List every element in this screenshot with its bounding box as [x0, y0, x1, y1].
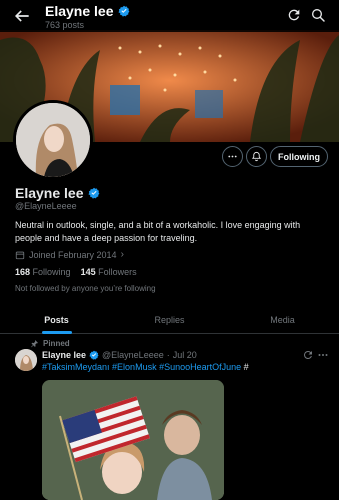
post-date[interactable]: Jul 20	[173, 350, 197, 360]
search-icon[interactable]	[310, 7, 326, 23]
pin-icon	[31, 340, 38, 348]
hashtag-link[interactable]: #ElonMusk	[112, 362, 157, 372]
pinned-label: Pinned	[43, 339, 70, 348]
post-header: Elayne lee @ElayneLeeee · Jul 20	[42, 350, 197, 360]
tab-posts[interactable]: Posts	[0, 306, 113, 333]
post-hashtags: #TaksimMeydanı #ElonMusk #SunooHeartOfJu…	[42, 362, 249, 372]
profile-bio: Neutral in outlook, single, and a bit of…	[15, 220, 301, 243]
header-title-block: Elayne lee 763 posts	[45, 3, 130, 30]
post-author-name[interactable]: Elayne lee	[42, 350, 86, 360]
following-button[interactable]: Following	[270, 146, 328, 167]
profile-avatar[interactable]	[13, 100, 93, 180]
not-followed-note: Not followed by anyone you’re following	[15, 284, 156, 293]
tab-media[interactable]: Media	[226, 306, 339, 333]
hashtag-trailing: #	[243, 362, 249, 372]
top-bar: Elayne lee 763 posts	[0, 0, 339, 32]
profile-tabs: Posts Replies Media	[0, 306, 339, 334]
back-arrow-icon[interactable]	[12, 6, 32, 26]
more-horizontal-icon[interactable]	[317, 349, 329, 361]
verified-badge-icon	[87, 187, 99, 199]
header-title: Elayne lee	[45, 3, 114, 19]
verified-badge-icon	[117, 5, 129, 17]
post-author-avatar[interactable]	[15, 349, 37, 371]
profile-handle: @ElayneLeeee	[15, 201, 77, 211]
hashtag-link[interactable]: #TaksimMeydanı	[42, 362, 110, 372]
verified-badge-icon	[89, 350, 99, 360]
pinned-indicator: Pinned	[30, 339, 70, 348]
joined-date: Joined February 2014 ›	[15, 249, 124, 260]
tab-replies[interactable]: Replies	[113, 306, 226, 333]
profile-name: Elayne lee	[15, 185, 84, 201]
following-stat[interactable]: 168 Following	[15, 267, 71, 277]
separator-dot: ·	[166, 350, 170, 360]
more-horizontal-icon	[228, 155, 237, 158]
refresh-icon[interactable]	[286, 7, 302, 23]
avatar-photo	[16, 103, 90, 177]
followers-stat[interactable]: 145 Followers	[81, 267, 137, 277]
notification-add-icon	[251, 151, 262, 162]
media-photo	[42, 380, 224, 500]
profile-name-row: Elayne lee	[15, 185, 100, 201]
avatar-photo	[15, 349, 37, 371]
follow-stats: 168 Following 145 Followers	[15, 267, 137, 277]
refresh-icon[interactable]	[302, 349, 314, 361]
joined-text: Joined February 2014	[29, 249, 117, 260]
post-media-image[interactable]	[42, 380, 224, 500]
more-options-button[interactable]	[222, 146, 243, 167]
post-author-handle[interactable]: @ElayneLeeee	[102, 350, 164, 360]
hashtag-link[interactable]: #SunooHeartOfJune	[159, 362, 241, 372]
chevron-right-icon[interactable]: ›	[121, 249, 124, 260]
post-count: 763 posts	[45, 20, 85, 30]
calendar-icon	[15, 251, 25, 259]
notifications-button[interactable]	[246, 146, 267, 167]
